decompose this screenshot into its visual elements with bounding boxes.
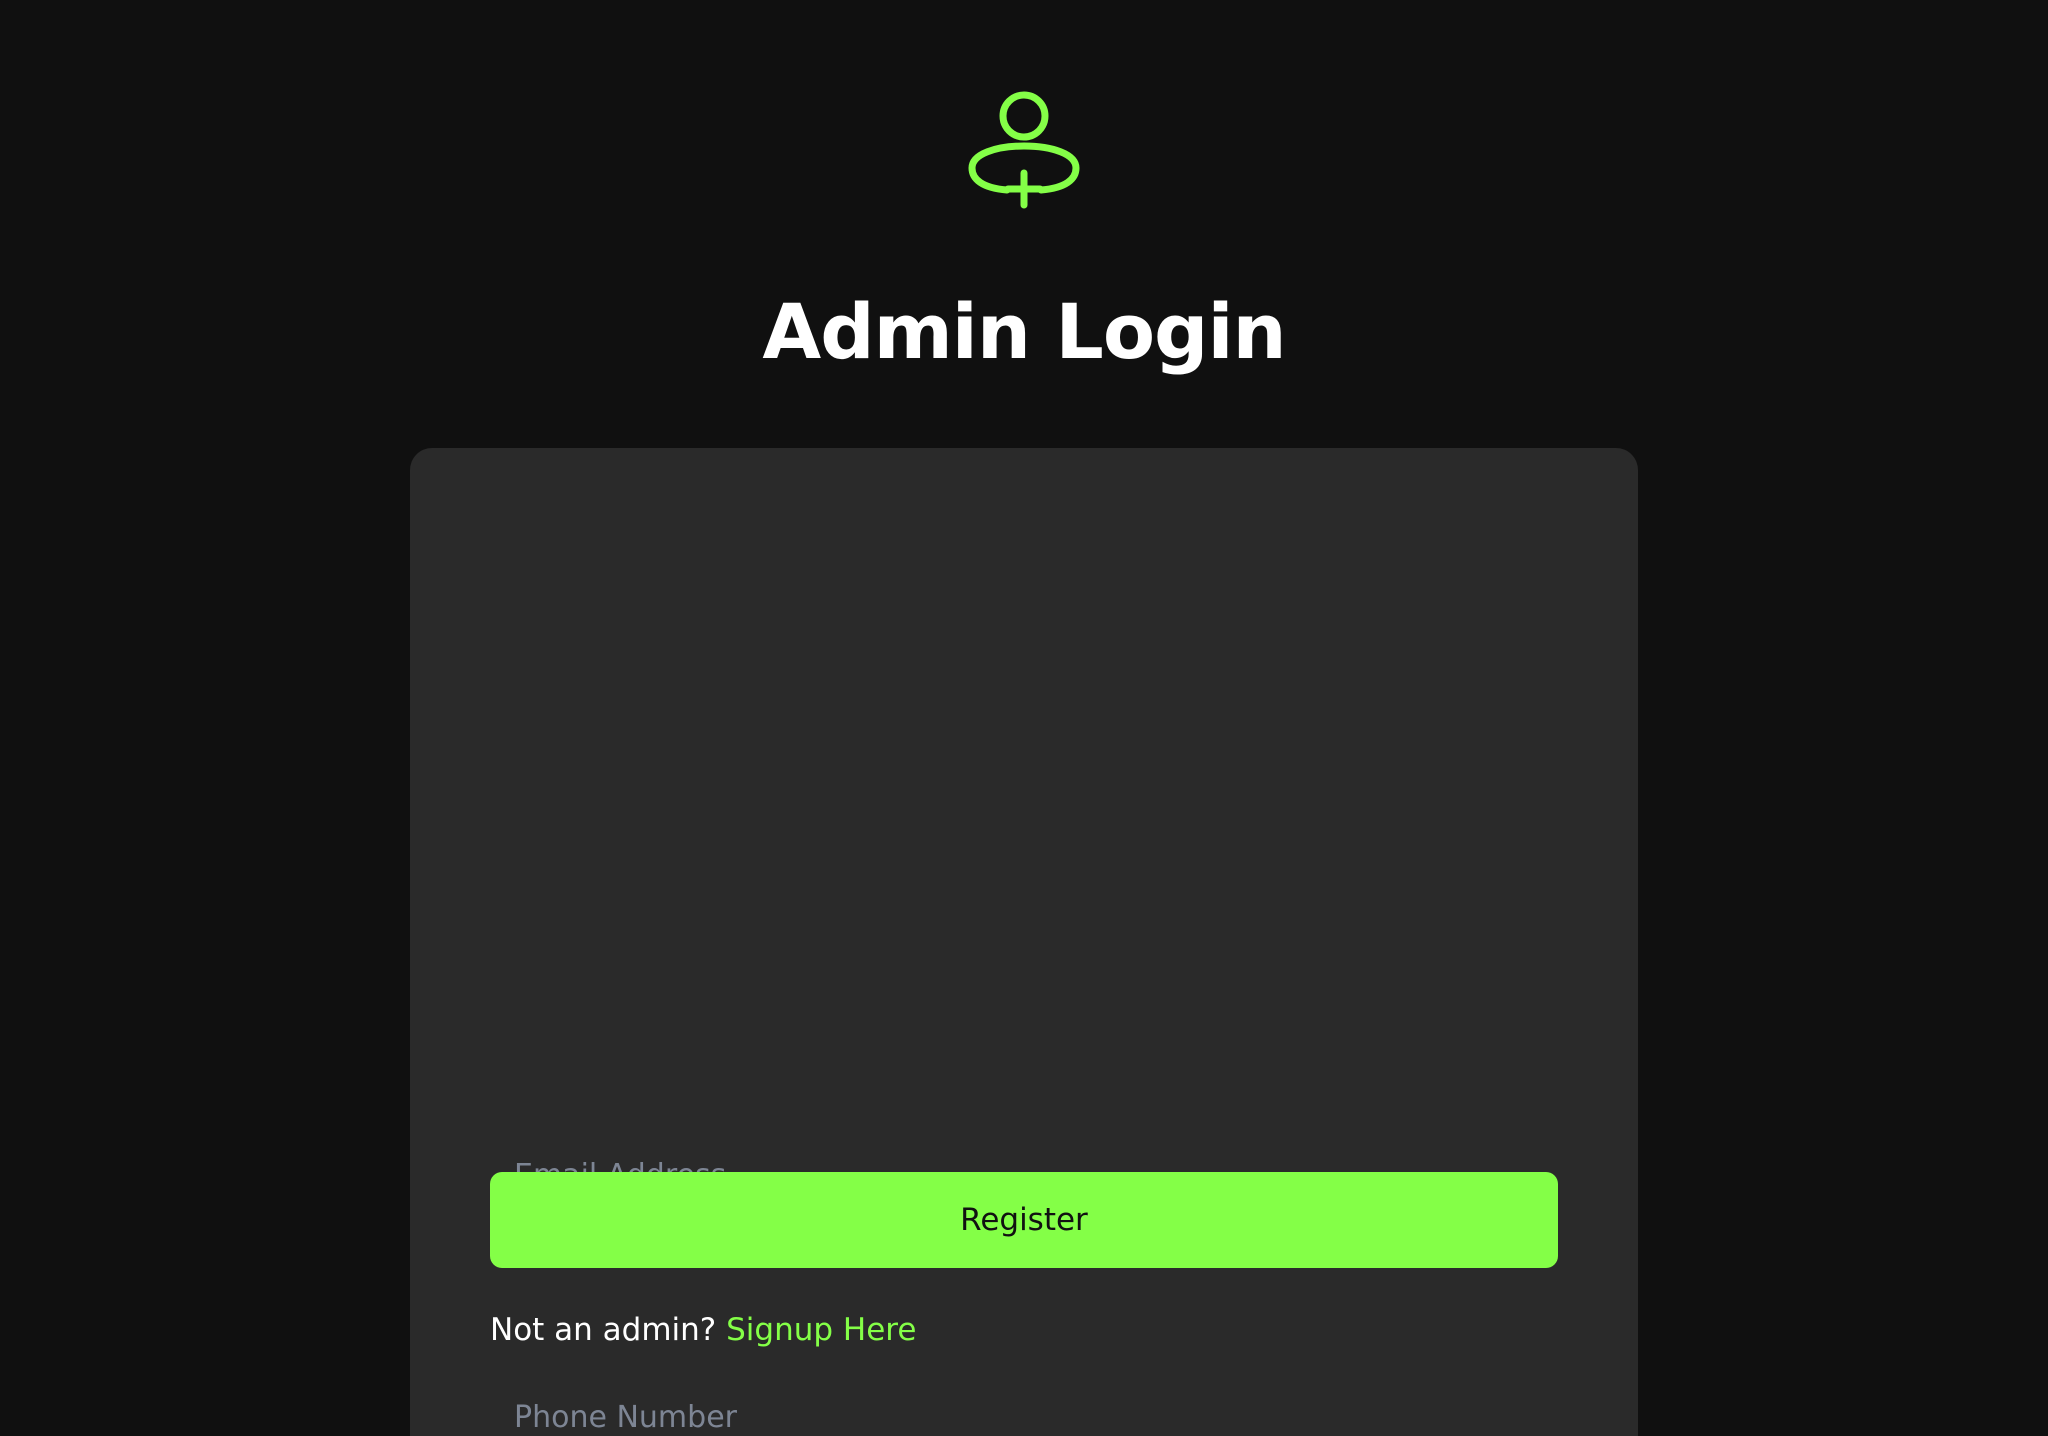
page-title: Admin Login <box>762 287 1286 376</box>
page: Admin Login Register Not an admin? Signu… <box>0 0 2048 1436</box>
signup-link[interactable]: Signup Here <box>726 1312 916 1348</box>
signup-prompt-text: Not an admin? <box>490 1312 717 1348</box>
signup-prompt: Not an admin? Signup Here <box>490 1308 916 1352</box>
login-card: Register Not an admin? Signup Here <box>410 448 1638 1436</box>
phone-field <box>490 1376 1558 1436</box>
user-add-icon <box>968 91 1080 209</box>
register-button[interactable]: Register <box>490 1172 1558 1268</box>
phone-input[interactable] <box>490 1376 1558 1436</box>
